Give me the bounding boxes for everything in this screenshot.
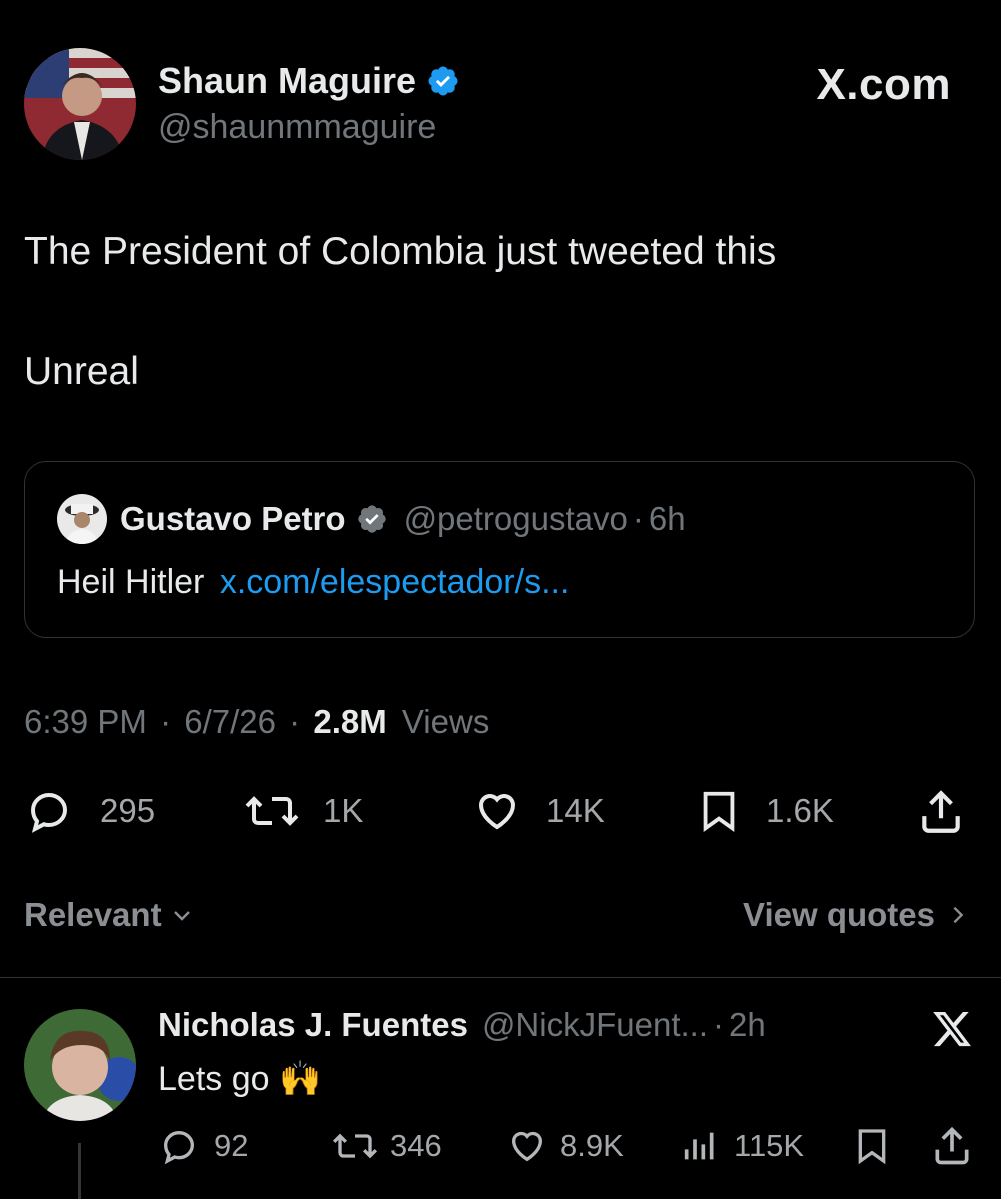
like-icon bbox=[504, 1126, 550, 1166]
tweet-date[interactable]: 6/7/26 bbox=[184, 703, 276, 740]
tweet-time[interactable]: 6:39 PM bbox=[24, 703, 147, 740]
reply-count: 295 bbox=[100, 792, 156, 829]
views-label: Views bbox=[401, 703, 490, 740]
tweet-text: The President of Colombia just tweeted t… bbox=[24, 230, 777, 273]
reply-share-button[interactable] bbox=[930, 1124, 974, 1168]
reply-thread-line bbox=[78, 1143, 81, 1199]
reply-views-count: 115K bbox=[734, 1128, 805, 1163]
reply-separator: · bbox=[713, 1006, 724, 1043]
bookmark-icon bbox=[852, 1126, 892, 1166]
reply-icon bbox=[24, 787, 74, 835]
reply-repost-button[interactable]: 346 bbox=[330, 1126, 442, 1166]
author-name[interactable]: Shaun Maguire bbox=[158, 60, 416, 102]
view-quotes-link[interactable]: View quotes bbox=[743, 896, 969, 934]
like-icon bbox=[470, 787, 524, 835]
reply-author-name[interactable]: Nicholas J. Fuentes bbox=[158, 1006, 468, 1044]
views-icon bbox=[678, 1126, 722, 1166]
reply-icon bbox=[158, 1126, 200, 1166]
view-quotes-label: View quotes bbox=[743, 896, 935, 933]
reply-author-avatar[interactable] bbox=[24, 1009, 136, 1121]
reply-reply-button[interactable]: 92 bbox=[158, 1126, 248, 1166]
quote-author-avatar[interactable] bbox=[57, 494, 107, 544]
quote-link[interactable]: x.com/elespectador/s... bbox=[220, 563, 570, 601]
tweet-text-line-2: Unreal bbox=[24, 350, 139, 393]
reply-text: Lets go 🙌 bbox=[158, 1060, 322, 1098]
reply-like-button[interactable]: 8.9K bbox=[504, 1126, 624, 1166]
quote-separator: · bbox=[632, 500, 644, 537]
views-count[interactable]: 2.8M bbox=[313, 703, 386, 740]
author-avatar[interactable] bbox=[24, 48, 136, 160]
quote-author-handle[interactable]: @petrogustavo bbox=[404, 500, 628, 538]
share-icon bbox=[930, 1124, 974, 1168]
sort-dropdown[interactable]: Relevant bbox=[24, 896, 194, 934]
repost-icon bbox=[243, 787, 301, 835]
x-com-brand: X.com bbox=[816, 60, 951, 109]
chevron-down-icon bbox=[170, 903, 194, 927]
reply-reply-count: 92 bbox=[214, 1128, 249, 1163]
meta-separator: · bbox=[160, 703, 172, 740]
reply-repost-count: 346 bbox=[390, 1128, 442, 1163]
quote-verified-badge-icon bbox=[356, 503, 388, 535]
repost-icon bbox=[330, 1126, 380, 1166]
share-icon bbox=[916, 787, 966, 837]
verified-badge-icon bbox=[426, 64, 460, 98]
quote-text: Heil Hitler bbox=[57, 563, 205, 601]
like-count: 14K bbox=[546, 792, 605, 829]
tweet-meta: 6:39 PM · 6/7/26 · 2.8M Views bbox=[24, 703, 489, 741]
divider bbox=[0, 977, 1001, 978]
reply-views-button[interactable]: 115K bbox=[678, 1126, 804, 1166]
bookmark-icon bbox=[696, 787, 742, 835]
reply-button[interactable]: 295 bbox=[24, 787, 155, 835]
reply-author-handle[interactable]: @NickJFuent... bbox=[482, 1006, 708, 1044]
repost-button[interactable]: 1K bbox=[243, 787, 363, 835]
sort-label: Relevant bbox=[24, 896, 162, 933]
author-handle[interactable]: @shaunmmaguire bbox=[158, 108, 436, 147]
chevron-right-icon bbox=[947, 902, 969, 928]
repost-count: 1K bbox=[323, 792, 364, 829]
like-button[interactable]: 14K bbox=[470, 787, 605, 835]
x-logo-icon bbox=[930, 1008, 974, 1050]
quote-age: 6h bbox=[648, 500, 686, 537]
meta-separator-2: · bbox=[289, 703, 301, 740]
bookmark-button[interactable]: 1.6K bbox=[696, 787, 834, 835]
reply-like-count: 8.9K bbox=[560, 1128, 624, 1163]
quoted-tweet-card[interactable]: Gustavo Petro @petrogustavo · 6h Heil Hi… bbox=[24, 461, 975, 638]
reply-bookmark-button[interactable] bbox=[852, 1126, 892, 1166]
reply-age: 2h bbox=[729, 1006, 766, 1043]
bookmark-count: 1.6K bbox=[766, 792, 834, 829]
quote-author-name[interactable]: Gustavo Petro bbox=[120, 500, 346, 538]
share-button[interactable] bbox=[916, 787, 966, 837]
